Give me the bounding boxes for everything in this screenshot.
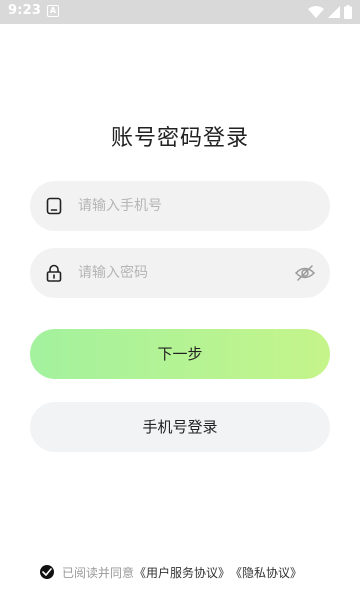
user-agreement-link[interactable]: 《用户服务协议》 bbox=[134, 564, 230, 581]
phone-field[interactable] bbox=[30, 181, 330, 231]
wifi-icon bbox=[308, 6, 324, 18]
password-field[interactable] bbox=[30, 248, 330, 298]
status-bar: 9:23 A bbox=[0, 0, 360, 24]
agreement-checkbox[interactable] bbox=[40, 565, 54, 579]
phone-login-button[interactable]: 手机号登录 bbox=[30, 402, 330, 452]
phone-input[interactable] bbox=[78, 181, 278, 231]
notification-icon: A bbox=[47, 5, 59, 17]
status-time: 9:23 bbox=[8, 3, 42, 18]
battery-icon bbox=[344, 5, 352, 19]
agreement-row: 已阅读并同意 《用户服务协议》 《隐私协议》 bbox=[40, 563, 302, 581]
agreement-prefix: 已阅读并同意 bbox=[62, 565, 135, 580]
checkmark-icon bbox=[42, 568, 52, 576]
phone-icon bbox=[46, 197, 62, 215]
eye-off-icon[interactable] bbox=[294, 263, 316, 283]
page-title: 账号密码登录 bbox=[110, 126, 249, 151]
next-button[interactable]: 下一步 bbox=[30, 329, 330, 379]
lock-icon bbox=[46, 264, 62, 282]
status-icons bbox=[308, 4, 352, 20]
signal-icon bbox=[328, 6, 340, 18]
password-input[interactable] bbox=[78, 248, 278, 298]
privacy-policy-link[interactable]: 《隐私协议》 bbox=[230, 564, 302, 581]
